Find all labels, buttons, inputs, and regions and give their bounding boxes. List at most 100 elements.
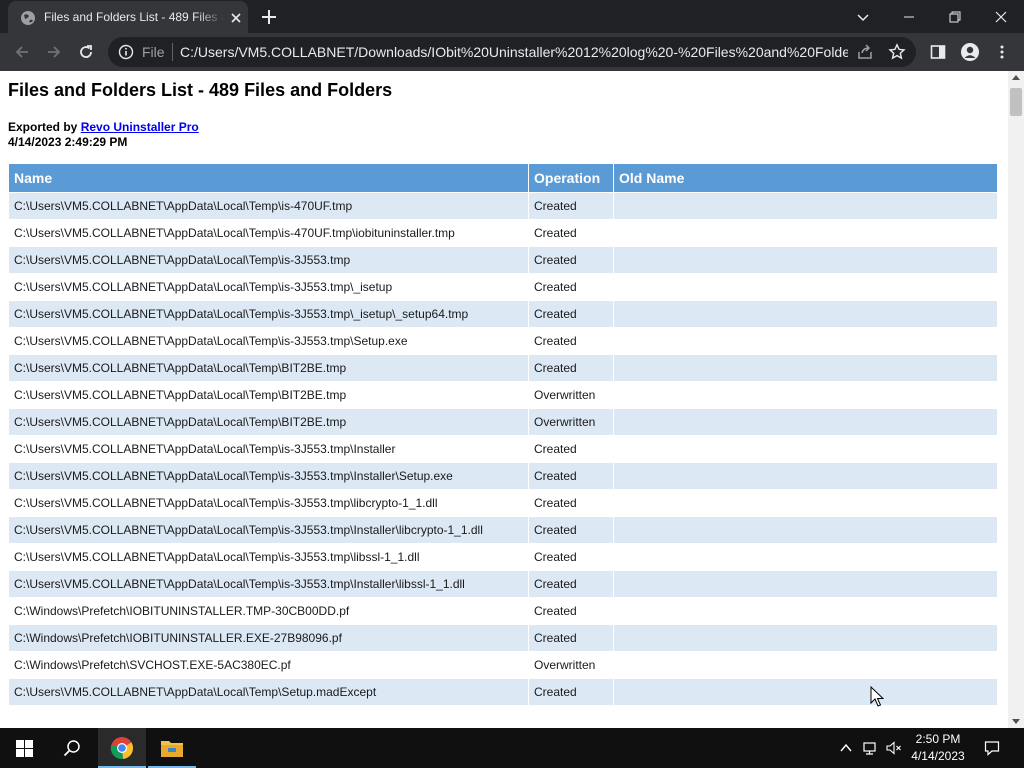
browser-menu-button[interactable] <box>990 40 1014 64</box>
page-title: Files and Folders List - 489 Files and F… <box>8 80 392 100</box>
table-row: C:\Users\VM5.COLLABNET\AppData\Local\Tem… <box>9 382 997 408</box>
cell-name: C:\Windows\Prefetch\SVCHOST.EXE-5AC380EC… <box>9 652 528 678</box>
back-button[interactable] <box>10 40 34 64</box>
scheme-label: File <box>142 44 165 60</box>
profile-button[interactable] <box>958 40 982 64</box>
globe-icon <box>20 10 36 26</box>
table-row: C:\Users\VM5.COLLABNET\AppData\Local\Tem… <box>9 544 997 570</box>
windows-taskbar: 2:50 PM 4/14/2023 <box>0 728 1024 768</box>
chevron-up-icon[interactable] <box>838 740 854 756</box>
profile-icon <box>960 42 980 62</box>
cell-operation: Created <box>529 517 613 543</box>
cell-old-name <box>614 517 997 543</box>
url-text[interactable]: C:/Users/VM5.COLLABNET/Downloads/IObit%2… <box>180 44 848 60</box>
clock-date: 4/14/2023 <box>902 748 974 765</box>
table-row: C:\Users\VM5.COLLABNET\AppData\Local\Tem… <box>9 220 997 246</box>
plus-icon[interactable] <box>258 6 280 28</box>
cell-old-name <box>614 247 997 273</box>
scroll-up-arrow[interactable] <box>1012 75 1020 80</box>
cell-operation: Overwritten <box>529 409 613 435</box>
cell-old-name <box>614 193 997 219</box>
taskbar-chrome-button[interactable] <box>98 728 146 768</box>
cell-operation: Created <box>529 436 613 462</box>
cell-operation: Created <box>529 355 613 381</box>
forward-button[interactable] <box>42 40 66 64</box>
files-folders-table: Name Operation Old Name C:\Users\VM5.COL… <box>8 163 998 706</box>
chrome-icon <box>110 736 134 760</box>
minimize-icon <box>903 11 915 23</box>
cell-old-name <box>614 301 997 327</box>
taskbar-clock[interactable]: 2:50 PM 4/14/2023 <box>902 731 974 765</box>
cell-operation: Created <box>529 463 613 489</box>
cell-name: C:\Users\VM5.COLLABNET\AppData\Local\Tem… <box>9 571 528 597</box>
table-row: C:\Users\VM5.COLLABNET\AppData\Local\Tem… <box>9 571 997 597</box>
revo-uninstaller-link[interactable]: Revo Uninstaller Pro <box>81 120 199 134</box>
windows-start-icon <box>16 740 33 757</box>
network-icon[interactable] <box>862 740 878 756</box>
cell-operation: Created <box>529 301 613 327</box>
restore-icon <box>949 11 961 23</box>
cell-name: C:\Users\VM5.COLLABNET\AppData\Local\Tem… <box>9 274 528 300</box>
clock-time: 2:50 PM <box>902 731 974 748</box>
table-row: C:\Users\VM5.COLLABNET\AppData\Local\Tem… <box>9 463 997 489</box>
export-info: Exported by Revo Uninstaller Pro 4/14/20… <box>8 120 199 150</box>
table-row: C:\Windows\Prefetch\IOBITUNINSTALLER.EXE… <box>9 625 997 651</box>
side-panel-button[interactable] <box>926 40 950 64</box>
star-icon[interactable] <box>888 43 906 61</box>
cell-name: C:\Windows\Prefetch\IOBITUNINSTALLER.EXE… <box>9 625 528 651</box>
table-row: C:\Users\VM5.COLLABNET\AppData\Local\Tem… <box>9 409 997 435</box>
column-header-operation: Operation <box>529 164 613 192</box>
reload-button[interactable] <box>74 40 98 64</box>
search-icon <box>63 739 81 757</box>
taskbar-explorer-button[interactable] <box>148 728 196 768</box>
close-icon <box>995 11 1007 23</box>
table-body: C:\Users\VM5.COLLABNET\AppData\Local\Tem… <box>9 193 997 705</box>
start-button[interactable] <box>0 728 48 768</box>
page-scrollbar[interactable] <box>1008 71 1024 728</box>
exported-by-line: Exported by Revo Uninstaller Pro <box>8 120 199 135</box>
kebab-menu-icon <box>994 44 1010 60</box>
column-header-old-name: Old Name <box>614 164 997 192</box>
tab-search-button[interactable] <box>840 0 886 33</box>
table-row: C:\Users\VM5.COLLABNET\AppData\Local\Tem… <box>9 301 997 327</box>
cell-old-name <box>614 220 997 246</box>
scroll-down-arrow[interactable] <box>1012 719 1020 724</box>
file-explorer-icon <box>160 738 184 758</box>
scroll-thumb[interactable] <box>1010 88 1022 116</box>
table-header-row: Name Operation Old Name <box>9 164 997 192</box>
cell-name: C:\Users\VM5.COLLABNET\AppData\Local\Tem… <box>9 193 528 219</box>
cell-old-name <box>614 328 997 354</box>
column-header-name: Name <box>9 164 528 192</box>
cell-name: C:\Users\VM5.COLLABNET\AppData\Local\Tem… <box>9 679 528 705</box>
close-window-button[interactable] <box>978 0 1024 33</box>
restore-button[interactable] <box>932 0 978 33</box>
cell-old-name <box>614 652 997 678</box>
taskbar-search-button[interactable] <box>48 728 96 768</box>
table-row: C:\Users\VM5.COLLABNET\AppData\Local\Tem… <box>9 274 997 300</box>
cell-name: C:\Users\VM5.COLLABNET\AppData\Local\Tem… <box>9 328 528 354</box>
cell-old-name <box>614 490 997 516</box>
cell-name: C:\Users\VM5.COLLABNET\AppData\Local\Tem… <box>9 409 528 435</box>
cell-name: C:\Users\VM5.COLLABNET\AppData\Local\Tem… <box>9 544 528 570</box>
info-icon[interactable] <box>118 44 134 60</box>
share-icon[interactable] <box>856 43 874 61</box>
table-row: C:\Users\VM5.COLLABNET\AppData\Local\Tem… <box>9 436 997 462</box>
volume-muted-icon[interactable] <box>886 740 902 756</box>
cell-operation: Created <box>529 679 613 705</box>
cell-old-name <box>614 625 997 651</box>
table-row: C:\Users\VM5.COLLABNET\AppData\Local\Tem… <box>9 193 997 219</box>
cell-name: C:\Users\VM5.COLLABNET\AppData\Local\Tem… <box>9 463 528 489</box>
exported-by-label: Exported by <box>8 120 77 134</box>
browser-tab[interactable]: Files and Folders List - 489 Files and F… <box>8 1 248 33</box>
minimize-button[interactable] <box>886 0 932 33</box>
page-content: Files and Folders List - 489 Files and F… <box>0 71 1008 728</box>
notification-icon[interactable] <box>984 740 1000 756</box>
cell-old-name <box>614 463 997 489</box>
sidepanel-icon <box>930 44 946 60</box>
tab-title: Files and Folders List - 489 Files and F… <box>44 9 224 25</box>
cell-old-name <box>614 598 997 624</box>
address-bar[interactable]: File C:/Users/VM5.COLLABNET/Downloads/IO… <box>108 37 916 67</box>
close-icon[interactable] <box>228 10 244 26</box>
cell-name: C:\Users\VM5.COLLABNET\AppData\Local\Tem… <box>9 517 528 543</box>
cell-name: C:\Windows\Prefetch\IOBITUNINSTALLER.TMP… <box>9 598 528 624</box>
